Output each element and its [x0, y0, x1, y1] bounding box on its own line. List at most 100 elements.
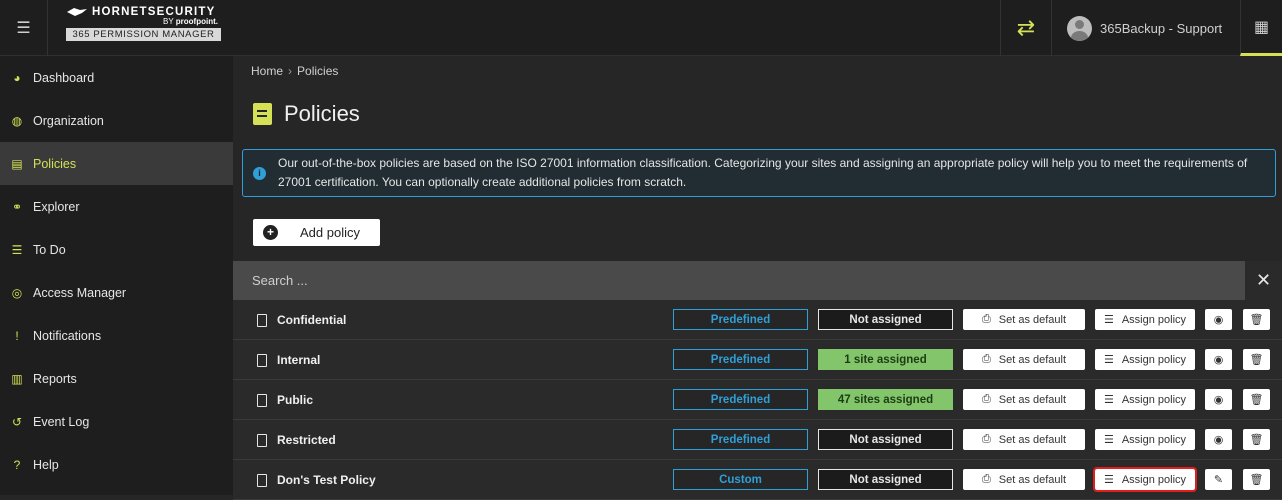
app-grid-icon[interactable]: ▦ — [1240, 0, 1282, 56]
set-as-default-button[interactable]: ⎙ Set as default — [963, 309, 1085, 330]
sidebar-item-label: Explorer — [33, 199, 80, 214]
set-as-default-button[interactable]: ⎙ Set as default — [963, 429, 1085, 450]
assign-policy-label: Assign policy — [1121, 433, 1187, 446]
table-row: Public Predefined 47 sites assigned ⎙ Set as… — [233, 380, 1282, 420]
document-icon — [257, 313, 267, 327]
policy-name-text: Restricted — [277, 433, 336, 447]
trash-icon: 🗑 — [1249, 354, 1264, 366]
todo-list-icon: ☰ — [11, 242, 23, 257]
policy-table: Confidential Predefined Not assigned ⎙ Set a… — [233, 300, 1282, 500]
search-bar[interactable]: Search ... ✕ — [233, 261, 1282, 300]
edit-button[interactable]: ✎ — [1205, 469, 1232, 490]
globe-icon: ◍ — [11, 113, 23, 128]
policy-name[interactable]: Public — [257, 380, 313, 420]
delete-button[interactable]: 🗑 — [1243, 469, 1270, 490]
policy-type-badge: Predefined — [673, 429, 808, 450]
info-text: Our out-of-the-box policies are based on… — [278, 156, 1248, 189]
assignment-status-badge: 47 sites assigned — [818, 389, 953, 410]
delete-button[interactable]: 🗑 — [1243, 309, 1270, 330]
sidebar-item-label: Help — [33, 457, 59, 472]
policy-icon: ▤ — [11, 156, 23, 171]
policy-type-badge: Predefined — [673, 389, 808, 410]
delete-button[interactable]: 🗑 — [1243, 389, 1270, 410]
menu-icon[interactable]: ☰ — [0, 0, 48, 56]
partner-line: BY proofpoint. — [66, 17, 218, 26]
set-as-default-label: Set as default — [998, 313, 1067, 326]
close-icon[interactable]: ✕ — [1245, 261, 1282, 300]
document-icon — [257, 433, 267, 447]
page-title-text: Policies — [284, 101, 360, 126]
sidebar-item-label: Reports — [33, 371, 77, 386]
set-as-default-label: Set as default — [998, 473, 1067, 486]
add-policy-label: Add policy — [300, 225, 360, 240]
policy-name[interactable]: Restricted — [257, 420, 336, 460]
set-as-default-button[interactable]: ⎙ Set as default — [963, 389, 1085, 410]
sidebar-item-event-log[interactable]: ↺ Event Log — [0, 400, 233, 443]
sidebar-item-policies[interactable]: ▤ Policies — [0, 142, 233, 185]
sidebar-item-organization[interactable]: ◍ Organization — [0, 99, 233, 142]
sidebar-item-explorer[interactable]: ⚭ Explorer — [0, 185, 233, 228]
trash-icon: 🗑 — [1249, 474, 1264, 486]
assign-policy-button[interactable]: ☰ Assign policy — [1095, 349, 1195, 370]
search-input[interactable]: Search ... — [252, 273, 308, 288]
policy-name[interactable]: Confidential — [257, 300, 346, 340]
assignment-status-badge: Not assigned — [818, 469, 953, 490]
set-as-default-label: Set as default — [998, 393, 1067, 406]
policy-icon — [253, 103, 272, 125]
view-button[interactable]: ◉ — [1205, 429, 1232, 450]
default-icon: ⎙ — [981, 393, 991, 405]
view-button[interactable]: ◉ — [1205, 309, 1232, 330]
sidebar-item-label: Organization — [33, 113, 104, 128]
assign-policy-button[interactable]: ☰ Assign policy — [1095, 389, 1195, 410]
main-content: Home › Policies Policies i Our out-of-the-… — [233, 56, 1282, 500]
assignment-status-badge: Not assigned — [818, 309, 953, 330]
set-as-default-label: Set as default — [998, 433, 1067, 446]
set-as-default-button[interactable]: ⎙ Set as default — [963, 349, 1085, 370]
sidebar-item-label: Access Manager — [33, 285, 127, 300]
table-row: Internal Predefined 1 site assigned ⎙ Set as… — [233, 340, 1282, 380]
assign-policy-button[interactable]: ☰ Assign policy — [1095, 309, 1195, 330]
breadcrumb-home[interactable]: Home — [251, 64, 283, 78]
hornet-icon — [67, 8, 87, 16]
sidebar-item-label: Event Log — [33, 414, 90, 429]
set-as-default-button[interactable]: ⎙ Set as default — [963, 469, 1085, 490]
policy-name[interactable]: Don's Test Policy — [257, 460, 376, 500]
view-button[interactable]: ◉ — [1205, 389, 1232, 410]
list-icon: ☰ — [1103, 394, 1114, 406]
eye-icon: ◉ — [1213, 354, 1224, 366]
list-icon: ☰ — [1103, 434, 1114, 446]
default-icon: ⎙ — [981, 353, 991, 365]
assign-policy-button[interactable]: ☰ Assign policy — [1095, 429, 1195, 450]
default-icon: ⎙ — [981, 433, 991, 445]
sidebar-item-notifications[interactable]: ! Notifications — [0, 314, 233, 357]
switch-tenant-icon[interactable]: ⇄ — [1000, 0, 1052, 56]
eye-icon: ◉ — [1213, 314, 1224, 326]
add-policy-button[interactable]: + Add policy — [253, 219, 380, 246]
assign-policy-label: Assign policy — [1121, 313, 1187, 326]
policy-type-badge: Predefined — [673, 349, 808, 370]
partner-text: proofpoint. — [175, 17, 218, 26]
sidebar-item-dashboard[interactable]: ◕ Dashboard — [0, 56, 233, 99]
breadcrumb-current: Policies — [297, 64, 339, 78]
delete-button[interactable]: 🗑 — [1243, 429, 1270, 450]
delete-button[interactable]: 🗑 — [1243, 349, 1270, 370]
plus-icon: + — [263, 225, 278, 240]
sidebar-item-reports[interactable]: ▥ Reports — [0, 357, 233, 400]
trash-icon: 🗑 — [1249, 434, 1264, 446]
policy-name-text: Confidential — [277, 313, 347, 327]
user-menu[interactable]: 365Backup - Support — [1052, 0, 1242, 56]
sidebar-item-help[interactable]: ? Help — [0, 443, 233, 486]
sidebar-item-access-manager[interactable]: ◎ Access Manager — [0, 271, 233, 314]
default-icon: ⎙ — [981, 473, 991, 485]
view-button[interactable]: ◉ — [1205, 349, 1232, 370]
policy-name-text: Don's Test Policy — [277, 473, 376, 487]
sidebar-item-label: Notifications — [33, 328, 102, 343]
sidebar-item-to-do[interactable]: ☰ To Do — [0, 228, 233, 271]
table-row: Confidential Predefined Not assigned ⎙ Set a… — [233, 300, 1282, 340]
history-icon: ↺ — [11, 414, 23, 429]
policy-type-badge: Predefined — [673, 309, 808, 330]
policy-name[interactable]: Internal — [257, 340, 320, 380]
assign-policy-button[interactable]: ☰ Assign policy — [1093, 467, 1197, 492]
policy-name-text: Public — [277, 393, 314, 407]
pencil-icon: ✎ — [1213, 474, 1224, 486]
